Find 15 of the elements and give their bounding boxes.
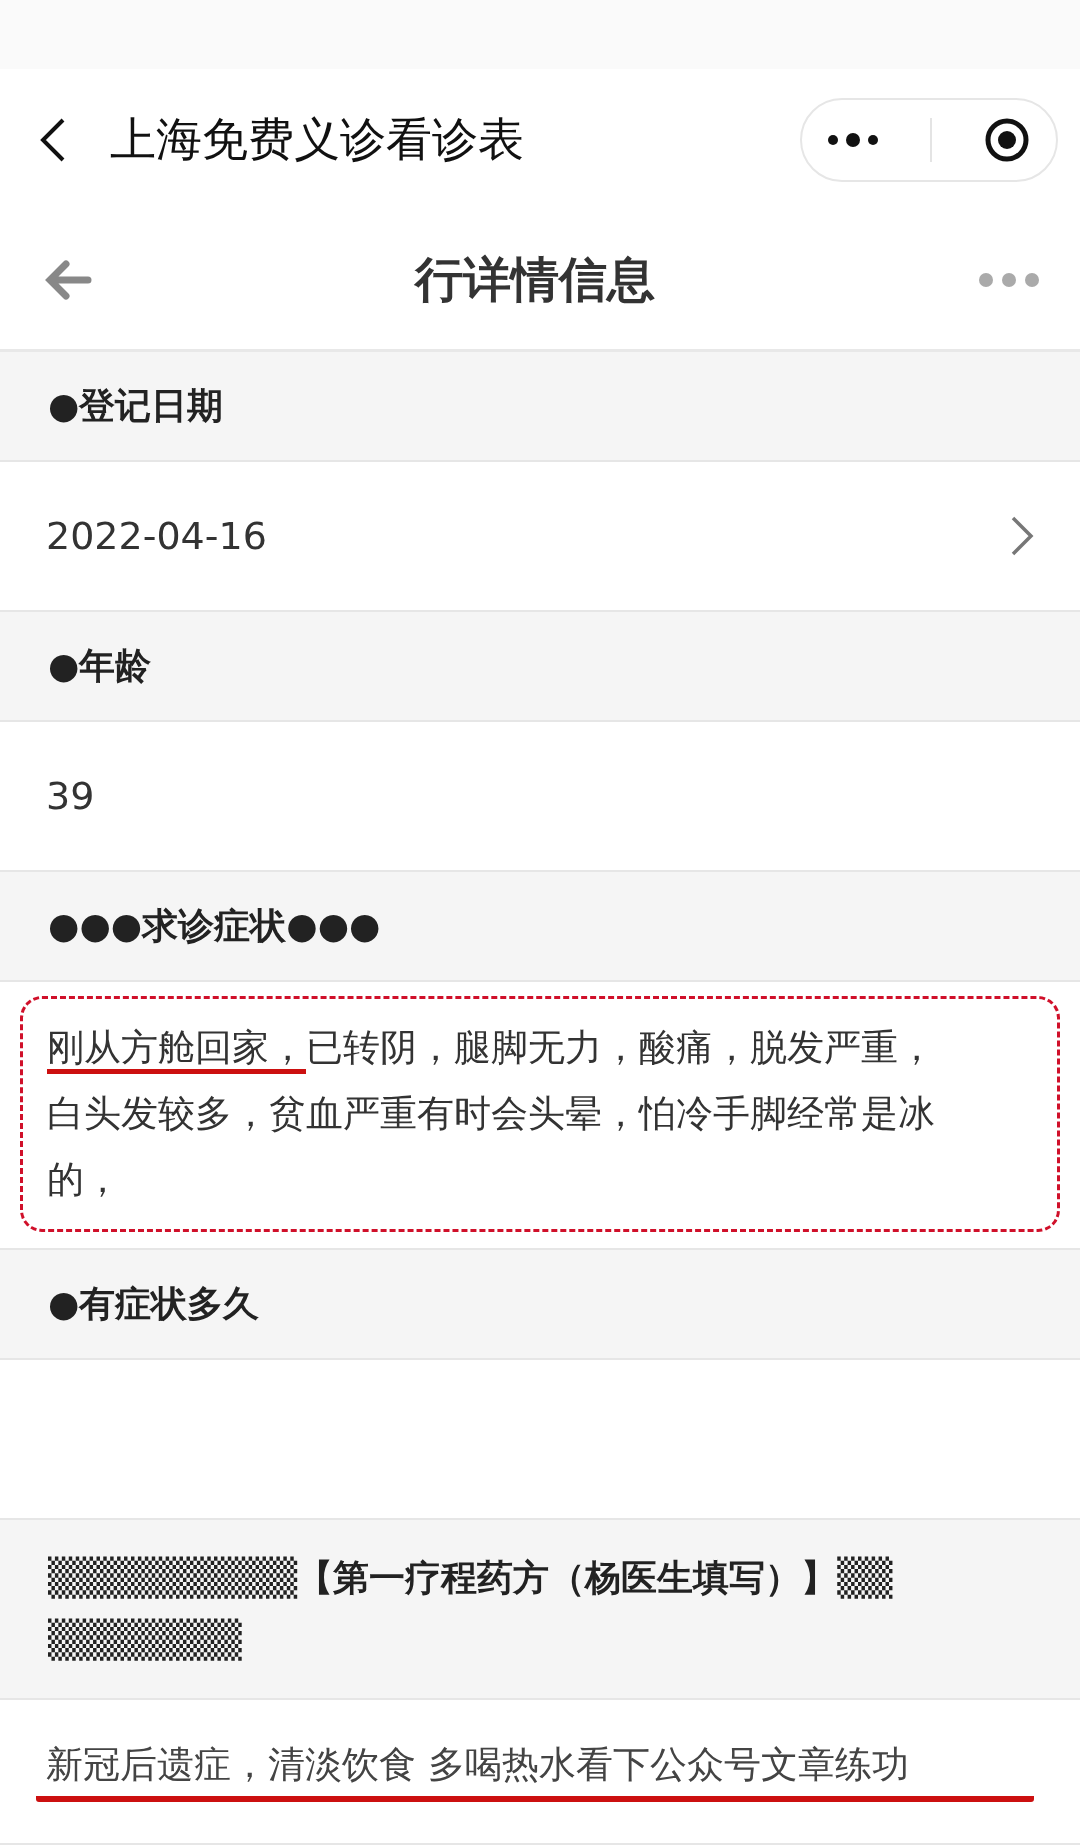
prescription-text: 新冠后遗症，清淡饮食 多喝热水看下公众号文章练功 [36,1740,1034,1803]
field-label: ●●●求诊症状●●● [48,904,381,949]
field-label: ●有症状多久 [48,1282,260,1327]
back-icon[interactable] [40,118,66,163]
field-label: ●登记日期 [48,384,224,429]
more-icon[interactable] [827,132,880,149]
chevron-right-icon [1010,515,1034,558]
age-value: 39 [46,774,96,819]
field-label: ▒▒▒▒▒▒▒▒▒【第一疗程药方（杨医生填写）】▒▒▒▒▒▒▒▒▒ [48,1555,894,1663]
field-label: ●年龄 [48,644,152,689]
arrow-left-icon[interactable] [44,260,92,301]
app-title: 上海免费义诊看诊表 [110,111,525,169]
date-value[interactable]: 2022-04-16 [46,514,1010,559]
symptoms-text: 刚从方舱回家，已转阴，腿脚无力，酸痛，脱发严重，白头发较多，贫血严重有时会头晕，怕冷手脚经常是冰的， [20,996,1060,1233]
page-title: 行详情信息 [415,250,655,310]
